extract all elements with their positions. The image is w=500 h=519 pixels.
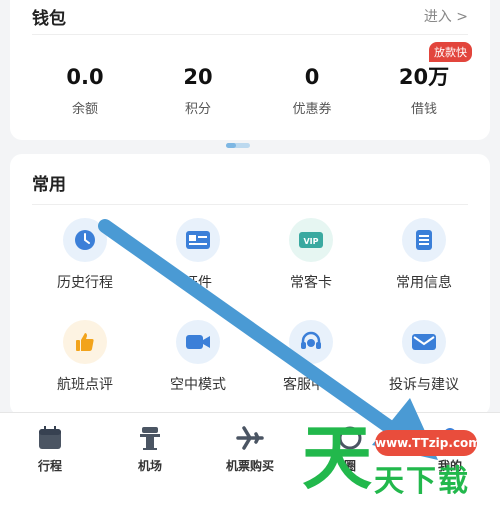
watermark-text: 天下载 xyxy=(374,464,470,499)
item-label: 投诉与建议 xyxy=(389,377,459,393)
item-certificates[interactable]: 证件 xyxy=(143,218,253,292)
tab-label: 机票购买 xyxy=(225,459,274,473)
divider xyxy=(32,204,468,205)
item-customer-service[interactable]: 客服中心 xyxy=(256,320,366,394)
watermark-url: www.TTzip.com xyxy=(375,430,481,456)
stat-value: 20 xyxy=(183,65,213,89)
item-label: 常用信息 xyxy=(396,275,452,291)
item-air-mode[interactable]: 空中模式 xyxy=(143,320,253,394)
stat-value: 20万 xyxy=(398,65,450,89)
stat-label: 余额 xyxy=(71,102,98,117)
item-label: 历史行程 xyxy=(57,275,113,291)
item-frequent-flyer-card[interactable]: VIP 常客卡 xyxy=(256,218,366,292)
tab-label: 机场 xyxy=(137,459,162,473)
tab-trips[interactable]: 行程 xyxy=(0,425,100,474)
stat-value: 0 xyxy=(304,65,320,89)
item-common-info[interactable]: 常用信息 xyxy=(369,218,479,292)
control-tower-icon xyxy=(140,427,160,450)
wallet-title: 钱包 xyxy=(32,9,66,29)
svg-text:VIP: VIP xyxy=(303,237,318,246)
promo-badge: 放款快 xyxy=(429,42,472,62)
stat-label: 优惠券 xyxy=(292,102,332,117)
stat-label: 积分 xyxy=(184,102,211,117)
document-icon xyxy=(402,218,446,262)
item-label: 证件 xyxy=(184,275,212,291)
item-complaints[interactable]: 投诉与建议 xyxy=(369,320,479,394)
thumbs-up-icon xyxy=(63,320,107,364)
watermark-logo-char: 天 xyxy=(302,417,372,499)
wallet-enter-link[interactable]: 进入 > xyxy=(424,6,468,26)
stat-label: 借钱 xyxy=(410,102,437,117)
headset-icon xyxy=(289,320,333,364)
item-history-trips[interactable]: 历史行程 xyxy=(30,218,140,292)
stat-points[interactable]: 20 积分 xyxy=(138,64,258,117)
common-title: 常用 xyxy=(32,175,66,195)
vip-card-icon: VIP xyxy=(289,218,333,262)
stat-borrow[interactable]: 20万 借钱 xyxy=(364,64,484,117)
tab-buy-tickets[interactable]: 机票购买 xyxy=(200,425,300,474)
item-label: 客服中心 xyxy=(283,377,339,393)
stat-value: 0.0 xyxy=(66,65,104,89)
item-flight-review[interactable]: 航班点评 xyxy=(30,320,140,394)
wallet-card: 钱包 进入 > 0.0 余额 20 积分 0 优惠券 20万 借钱 放款快 xyxy=(10,0,490,140)
calendar-icon xyxy=(39,426,61,449)
tab-label: 行程 xyxy=(37,459,62,473)
item-label: 常客卡 xyxy=(290,275,332,291)
envelope-icon xyxy=(402,320,446,364)
stat-balance[interactable]: 0.0 余额 xyxy=(25,64,145,117)
divider xyxy=(32,34,468,35)
id-card-icon xyxy=(176,218,220,262)
tab-airport[interactable]: 机场 xyxy=(100,425,200,474)
item-label: 航班点评 xyxy=(57,377,113,393)
common-card: 常用 历史行程 证件 VIP 常客卡 常用信息 航班点评 空中模式 客服中心 投… xyxy=(10,154,490,416)
airplane-icon xyxy=(236,426,264,450)
page-indicator-active xyxy=(226,143,236,148)
item-label: 空中模式 xyxy=(170,377,226,393)
stat-coupons[interactable]: 0 优惠券 xyxy=(252,64,372,117)
video-camera-icon xyxy=(176,320,220,364)
clock-icon xyxy=(63,218,107,262)
